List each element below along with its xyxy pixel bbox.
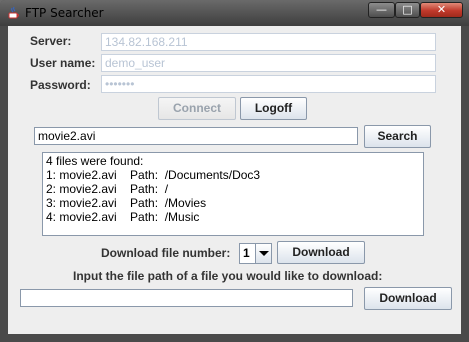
chevron-down-icon — [259, 251, 269, 256]
download-number-label: Download file number: — [101, 246, 231, 260]
file-path-input[interactable] — [20, 289, 353, 307]
maximize-button[interactable]: □ — [395, 2, 420, 18]
results-summary: 4 files were found: — [46, 154, 144, 168]
title-bar[interactable]: FTP Searcher — □ ✕ — [0, 0, 469, 26]
connect-button[interactable]: Connect — [158, 97, 236, 120]
result-row: 3: movie2.avi Path: /Movies — [46, 196, 207, 210]
close-button[interactable]: ✕ — [420, 2, 463, 18]
download-by-path-button[interactable]: Download — [364, 287, 452, 310]
java-cup-icon — [8, 6, 19, 19]
file-path-label: Input the file path of a file you would … — [73, 269, 383, 283]
result-row: 4: movie2.avi Path: /Music — [46, 210, 200, 224]
results-list[interactable]: 4 files were found: 1: movie2.avi Path: … — [42, 152, 424, 236]
user-name-label: User name: — [30, 56, 96, 70]
user-name-field[interactable]: demo_user — [101, 54, 436, 72]
password-field[interactable]: ••••••• — [101, 75, 436, 93]
main-panel: Server: 134.82.168.211 User name: demo_u… — [8, 26, 461, 334]
window-title: FTP Searcher — [25, 6, 104, 20]
logoff-button[interactable]: Logoff — [240, 97, 307, 120]
result-row: 2: movie2.avi Path: / — [46, 182, 169, 196]
file-number-value: 1 — [243, 246, 250, 260]
search-input[interactable]: movie2.avi — [34, 127, 358, 145]
search-button[interactable]: Search — [364, 125, 431, 148]
download-by-number-button[interactable]: Download — [277, 241, 365, 264]
server-label: Server: — [30, 34, 72, 48]
result-row: 1: movie2.avi Path: /Documents/Doc3 — [46, 168, 261, 182]
server-field[interactable]: 134.82.168.211 — [101, 33, 436, 51]
app-window: FTP Searcher — □ ✕ Server: 134.82.168.21… — [0, 0, 469, 342]
file-number-select[interactable]: 1 — [239, 243, 272, 264]
dropdown-arrow[interactable] — [255, 244, 271, 263]
minimize-button[interactable]: — — [368, 2, 395, 18]
password-label: Password: — [30, 78, 91, 92]
